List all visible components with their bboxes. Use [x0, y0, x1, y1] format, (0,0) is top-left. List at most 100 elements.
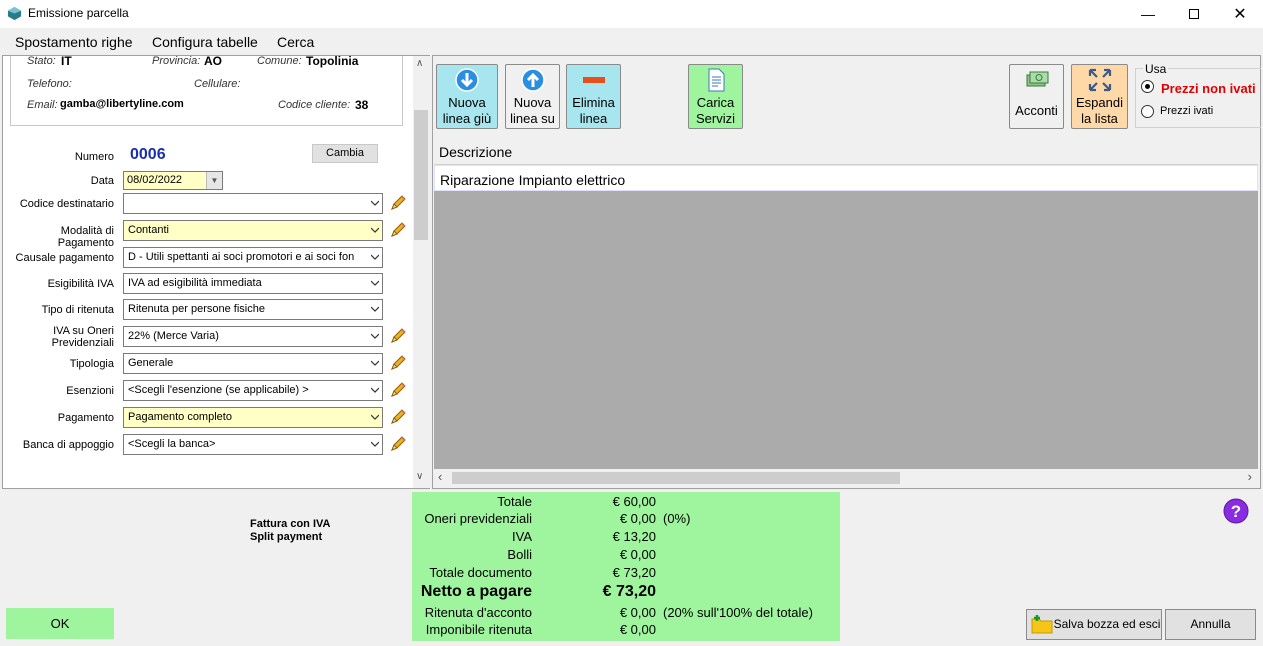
minus-icon — [582, 77, 605, 83]
provincia-value: AO — [204, 54, 222, 68]
salva-bozza-button[interactable]: Salva bozza ed esci — [1026, 609, 1162, 640]
field-combo[interactable]: Generale — [123, 353, 383, 374]
imponibile-label: Imponibile ritenuta — [425, 622, 532, 637]
numero-value: 0006 — [130, 146, 166, 163]
form-scrollbar-thumb[interactable] — [414, 110, 428, 240]
stato-label: Stato: — [27, 55, 56, 67]
oneri-note: (0%) — [663, 511, 691, 526]
chevron-down-icon[interactable] — [371, 199, 379, 207]
calendar-dropdown-icon[interactable]: ▼ — [206, 172, 222, 189]
nuova-linea-su-button[interactable]: Nuova linea su — [505, 64, 560, 129]
totale-label: Totale — [497, 494, 532, 509]
menu-configura-tabelle[interactable]: Configura tabelle — [152, 34, 258, 50]
help-icon[interactable]: ? — [1223, 498, 1249, 524]
grid-hscrollbar[interactable]: ‹ › — [434, 469, 1258, 487]
field-combo[interactable]: IVA ad esigibilità immediata — [123, 273, 383, 294]
note-line-1: Fattura con IVA — [250, 518, 331, 530]
chevron-down-icon[interactable] — [371, 253, 379, 261]
arrow-down-icon — [455, 68, 479, 92]
espandi-label-1: Espandi — [1076, 95, 1123, 110]
field-combo[interactable]: 22% (Merce Varia) — [123, 326, 383, 347]
chevron-down-icon[interactable] — [371, 413, 379, 421]
document-icon — [708, 68, 724, 92]
expand-icon — [1088, 68, 1111, 92]
ritenuta-value: € 0,00 — [619, 605, 656, 620]
prezzi-non-ivati-radio[interactable] — [1141, 80, 1154, 93]
espandi-label-2: la lista — [1081, 111, 1118, 126]
nuova-giu-label-1: Nuova — [448, 95, 486, 110]
pencil-icon[interactable] — [389, 381, 407, 399]
chevron-down-icon[interactable] — [371, 386, 379, 394]
grid-header-descrizione[interactable]: Descrizione — [434, 139, 1258, 165]
comune-value: Topolinia — [306, 54, 359, 68]
stato-value: IT — [61, 54, 72, 68]
cambia-button[interactable]: Cambia — [312, 144, 378, 163]
field-value: D - Utili spettanti ai soci promotori e … — [128, 251, 355, 263]
email-value: gamba@libertyline.com — [60, 98, 184, 110]
close-button[interactable]: ✕ — [1217, 0, 1263, 28]
field-label: Banca di appoggio — [22, 439, 114, 451]
nuova-linea-giu-button[interactable]: Nuova linea giù — [436, 64, 498, 129]
field-combo[interactable] — [123, 193, 383, 214]
ok-button[interactable]: OK — [6, 608, 114, 639]
field-combo[interactable]: Pagamento completo — [123, 407, 383, 428]
espandi-lista-button[interactable]: Espandi la lista — [1071, 64, 1128, 129]
grid-row[interactable]: Riparazione Impianto elettrico — [434, 165, 1258, 191]
scroll-right-icon[interactable]: › — [1248, 469, 1252, 484]
elimina-linea-button[interactable]: Elimina linea — [566, 64, 621, 129]
folder-add-icon — [1031, 615, 1053, 634]
carica-label-1: Carica — [696, 95, 735, 110]
chevron-down-icon[interactable] — [371, 279, 379, 287]
codice-cliente-label: Codice cliente: — [278, 99, 351, 111]
pencil-icon[interactable] — [389, 194, 407, 212]
chevron-down-icon[interactable] — [371, 440, 379, 448]
svg-text:?: ? — [1231, 502, 1241, 521]
field-combo[interactable]: <Scegli la banca> — [123, 434, 383, 455]
elimina-label-1: Elimina — [572, 95, 615, 110]
minimize-button[interactable]: — — [1125, 0, 1171, 28]
field-label: Causale pagamento — [15, 252, 114, 264]
pencil-icon[interactable] — [389, 435, 407, 453]
acconti-label: Acconti — [1015, 103, 1058, 118]
annulla-button[interactable]: Annulla — [1165, 609, 1256, 640]
elimina-label-2: linea — [579, 111, 608, 126]
pencil-icon[interactable] — [389, 354, 407, 372]
scroll-down-icon[interactable]: ∨ — [416, 471, 423, 482]
menu-cerca[interactable]: Cerca — [277, 34, 314, 50]
totals-panel: Totale € 60,00 Oneri previdenziali € 0,00 (… — [412, 492, 840, 641]
chevron-down-icon[interactable] — [371, 226, 379, 234]
maximize-button[interactable] — [1171, 0, 1217, 28]
carica-servizi-button[interactable]: Carica Servizi — [688, 64, 743, 129]
email-label: Email: — [27, 99, 58, 111]
scroll-up-icon[interactable]: ∧ — [416, 58, 423, 69]
chevron-down-icon[interactable] — [371, 332, 379, 340]
pencil-icon[interactable] — [389, 327, 407, 345]
date-value: 08/02/2022 — [127, 174, 183, 186]
pencil-icon[interactable] — [389, 221, 407, 239]
field-combo[interactable]: <Scegli l'esenzione (se applicabile) > — [123, 380, 383, 401]
chevron-down-icon[interactable] — [371, 359, 379, 367]
prezzi-ivati-label: Prezzi ivati — [1160, 105, 1214, 117]
field-combo[interactable]: Ritenuta per persone fisiche — [123, 299, 383, 320]
netto-value: € 73,20 — [602, 583, 656, 600]
salva-label: Salva bozza ed esci — [1053, 617, 1161, 631]
provincia-label: Provincia: — [152, 55, 201, 67]
grid-hscroll-thumb[interactable] — [452, 472, 900, 484]
date-picker[interactable]: 08/02/2022 ▼ — [123, 171, 223, 190]
acconti-button[interactable]: Acconti — [1009, 64, 1064, 129]
scroll-left-icon[interactable]: ‹ — [438, 469, 442, 484]
field-label: Codice destinatario — [19, 198, 114, 210]
carica-label-2: Servizi — [695, 111, 735, 126]
field-combo[interactable]: Contanti — [123, 220, 383, 241]
bolli-value: € 0,00 — [619, 547, 656, 562]
pencil-icon[interactable] — [389, 408, 407, 426]
usa-group — [1135, 68, 1261, 128]
prezzi-ivati-radio[interactable] — [1141, 105, 1154, 118]
data-label: Data — [90, 175, 114, 187]
menu-spostamento-righe[interactable]: Spostamento righe — [15, 34, 133, 50]
field-label: IVA su Oneri Previdenziali — [51, 325, 114, 349]
menu-bar: Spostamento righe Configura tabelle Cerc… — [0, 30, 1263, 54]
chevron-down-icon[interactable] — [371, 305, 379, 313]
field-combo[interactable]: D - Utili spettanti ai soci promotori e … — [123, 247, 383, 268]
prezzi-non-ivati-label: Prezzi non ivati — [1161, 81, 1256, 96]
